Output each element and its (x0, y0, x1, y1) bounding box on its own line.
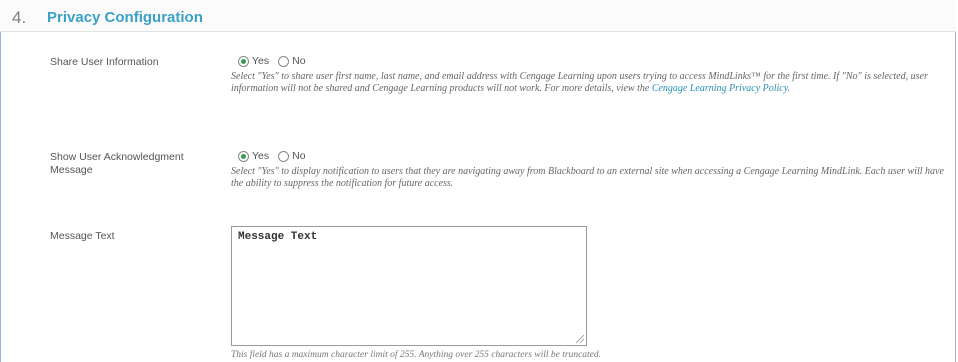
share-user-info-description-text: Select "Yes" to share user first name, l… (231, 71, 928, 94)
message-text-label: Message Text (50, 230, 115, 242)
share-user-info-description-end: . (787, 83, 791, 94)
share-user-info-no-radio[interactable] (278, 55, 290, 67)
share-user-info-yes-label[interactable]: Yes (252, 55, 269, 67)
share-user-info-description: Select "Yes" to share user first name, l… (231, 71, 956, 95)
show-acknowledgment-description: Select "Yes" to display notification to … (231, 166, 944, 189)
show-acknowledgment-label: Show User Acknowledgment Message (50, 151, 184, 176)
share-user-info-radio-group: Yes No (238, 55, 312, 67)
show-acknowledgment-yes-radio[interactable] (238, 150, 249, 162)
show-acknowledgment-yes-label[interactable]: Yes (252, 150, 269, 162)
show-acknowledgment-no-label[interactable]: No (292, 150, 305, 162)
show-acknowledgment-radio-group: Yes No (238, 150, 312, 162)
message-text-field[interactable]: Message Text (231, 226, 587, 346)
section-header: 4. Privacy Configuration (0, 0, 956, 32)
message-text-hint: This field has a maximum character limit… (231, 350, 602, 360)
share-user-info-yes-radio[interactable] (238, 55, 249, 67)
resize-grip-icon[interactable] (576, 335, 584, 343)
message-text-value: Message Text (238, 231, 318, 243)
share-user-info-label: Share User Information (50, 56, 159, 68)
section-number: 4. (12, 8, 27, 27)
show-acknowledgment-no-radio[interactable] (278, 150, 290, 162)
section-title: Privacy Configuration (47, 9, 203, 26)
share-user-info-no-label[interactable]: No (292, 55, 305, 67)
privacy-policy-link[interactable]: Cengage Learning Privacy Policy (652, 83, 788, 94)
